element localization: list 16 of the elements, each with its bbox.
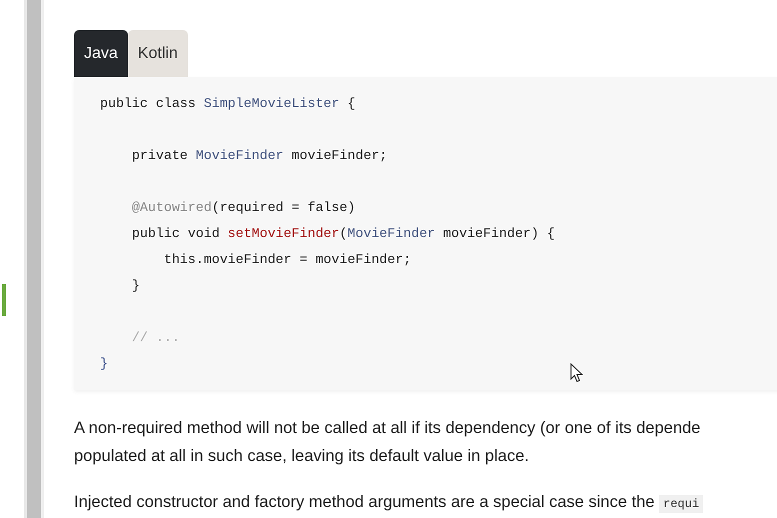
code-line: public class SimpleMovieLister { — [100, 95, 356, 113]
code-line: private MovieFinder movieFinder; — [130, 147, 388, 165]
code-line: public void setMovieFinder(MovieFinder movieFinder) { — [130, 225, 555, 243]
scrollbar[interactable] — [24, 0, 44, 518]
code-line: this.movieFinder = movieFinder; — [162, 251, 412, 269]
code-line: @Autowired(required = false) — [130, 199, 356, 217]
paragraph-line: Injected constructor and factory method arguments are a special case since the requi — [74, 488, 704, 518]
change-marker — [2, 284, 6, 316]
paragraph-line: A non-required method will not be called at all if its dependency (or one of its depende — [74, 418, 700, 439]
paragraph-line: populated at all in such case, leaving its default value in place. — [74, 446, 529, 467]
code-line: } — [100, 355, 108, 373]
language-tab[interactable]: Java — [74, 30, 128, 77]
code-line: // ... — [130, 329, 180, 347]
mouse-pointer-icon — [570, 363, 583, 383]
language-tab[interactable]: Kotlin — [128, 30, 188, 77]
code-line: } — [130, 277, 140, 295]
